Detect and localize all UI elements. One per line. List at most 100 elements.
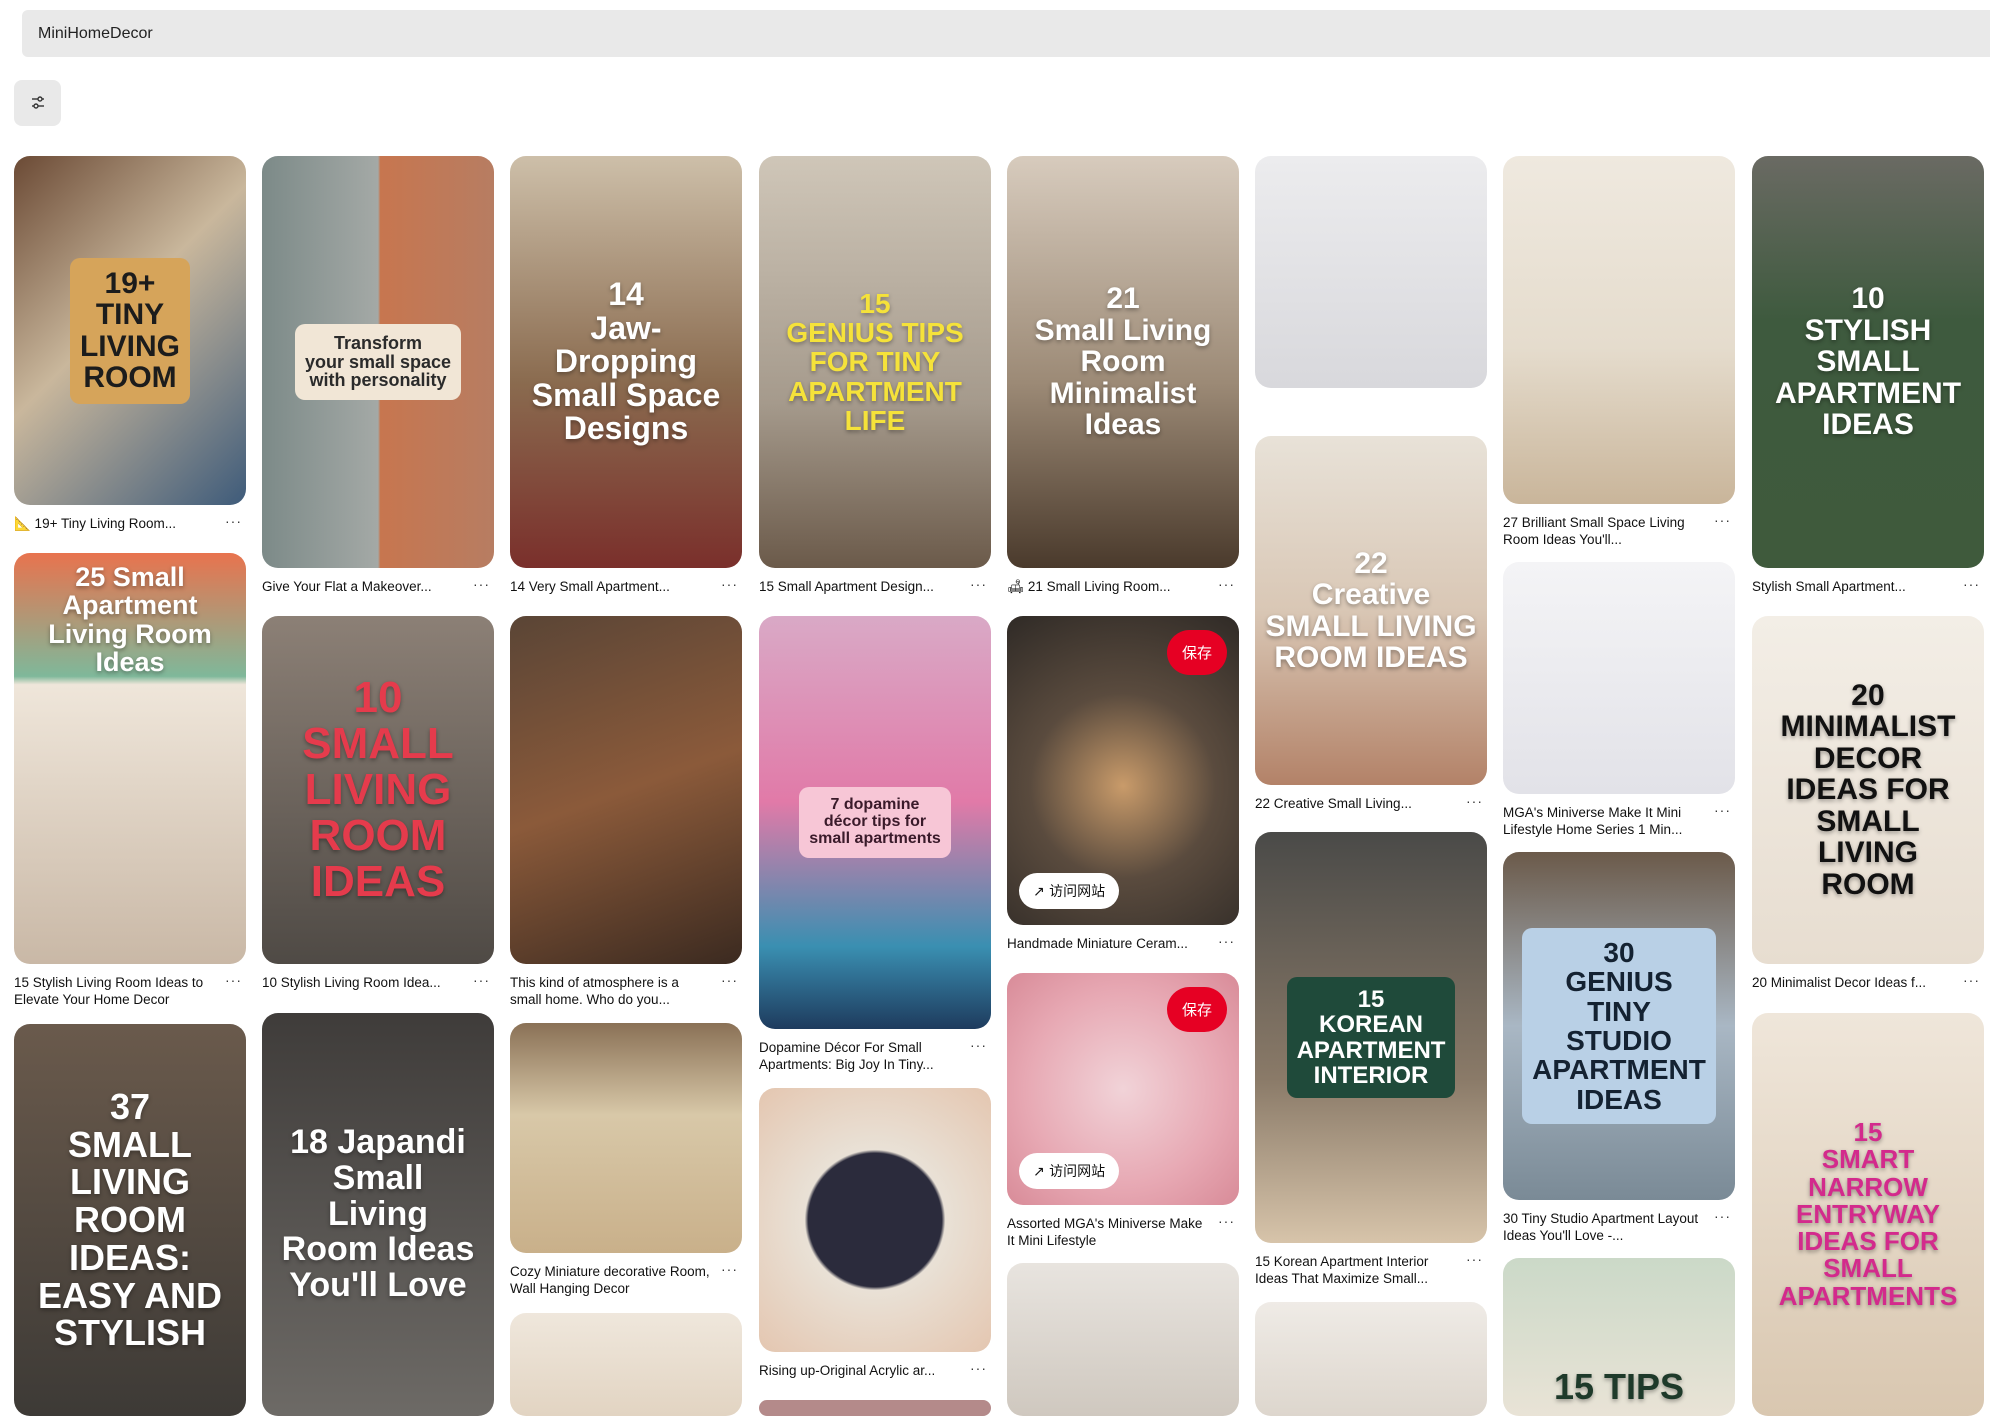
more-options-icon[interactable]: ··· [1466, 795, 1483, 810]
pin-title[interactable]: MGA's Miniverse Make It Mini Lifestyle H… [1503, 805, 1682, 837]
pin-image[interactable]: 保存 ↗ 访问网站 [1007, 616, 1239, 925]
pin-card[interactable]: ··· [1255, 156, 1487, 398]
pin-image[interactable]: 25 Small Apartment Living Room Ideas [14, 553, 246, 964]
pin-image[interactable]: 22 Creative SMALL LIVING ROOM IDEAS [1255, 436, 1487, 785]
more-options-icon[interactable]: ··· [721, 974, 738, 989]
pin-image[interactable]: 10 STYLISH SMALL APARTMENT IDEAS [1752, 156, 1984, 568]
visit-site-button[interactable]: ↗ 访问网站 [1019, 873, 1120, 909]
more-options-icon[interactable]: ··· [1963, 974, 1980, 989]
pin-card[interactable]: 保存 ↗ 访问网站 Handmade Miniature Ceram... ··· [1007, 616, 1239, 952]
pin-card[interactable]: 14 Jaw- Dropping Small Space Designs 14 V… [510, 156, 742, 595]
pin-card[interactable] [759, 1400, 991, 1416]
pin-card[interactable]: 7 dopamine décor tips for small apartmen… [759, 616, 991, 1073]
pin-card[interactable]: 20 MINIMALIST DECOR IDEAS FOR SMALL LIVI… [1752, 616, 1984, 991]
pin-image[interactable]: 15 TIPS [1503, 1258, 1735, 1416]
pin-image[interactable]: 14 Jaw- Dropping Small Space Designs [510, 156, 742, 568]
pin-image[interactable] [1255, 156, 1487, 388]
more-options-icon[interactable]: ··· [970, 1039, 987, 1054]
pin-title[interactable]: 22 Creative Small Living... [1255, 796, 1412, 811]
pin-card[interactable]: 30 GENIUS TINY STUDIO APARTMENT IDEAS 30 … [1503, 852, 1735, 1244]
pin-card[interactable] [510, 1313, 742, 1416]
pin-image[interactable] [759, 1400, 991, 1416]
pin-title[interactable]: 20 Minimalist Decor Ideas f... [1752, 975, 1926, 990]
pin-image[interactable]: 15 GENIUS TIPS FOR TINY APARTMENT LIFE [759, 156, 991, 568]
visit-site-button[interactable]: ↗ 访问网站 [1019, 1153, 1120, 1189]
more-options-icon[interactable]: ··· [721, 1263, 738, 1278]
pin-title[interactable]: 15 Stylish Living Room Ideas to Elevate … [14, 975, 203, 1007]
pin-image[interactable]: 37 SMALL LIVING ROOM IDEAS: EASY AND STY… [14, 1024, 246, 1416]
pin-title[interactable]: 14 Very Small Apartment... [510, 579, 670, 594]
pin-title[interactable]: Cozy Miniature decorative Room, Wall Han… [510, 1264, 710, 1296]
pin-card[interactable]: 19+ TINY LIVING ROOM 📐 19+ Tiny Living Ro… [14, 156, 246, 532]
more-options-icon[interactable]: ··· [1466, 1253, 1483, 1268]
pin-title[interactable]: 15 Korean Apartment Interior Ideas That … [1255, 1254, 1428, 1286]
more-options-icon[interactable]: ··· [1218, 935, 1235, 950]
pin-image[interactable]: 7 dopamine décor tips for small apartmen… [759, 616, 991, 1029]
pin-image[interactable]: Transform your small space with personal… [262, 156, 494, 568]
pin-card[interactable]: 22 Creative SMALL LIVING ROOM IDEAS 22 Cr… [1255, 436, 1487, 812]
pin-title[interactable]: 📐 19+ Tiny Living Room... [14, 516, 176, 531]
more-options-icon[interactable]: ··· [1218, 1215, 1235, 1230]
pin-card[interactable]: Rising up-Original Acrylic ar... ··· [759, 1088, 991, 1379]
more-options-icon[interactable]: ··· [1963, 578, 1980, 593]
pin-card[interactable]: 15 KOREAN APARTMENT INTERIOR 15 Korean Ap… [1255, 832, 1487, 1287]
pin-title[interactable]: 10 Stylish Living Room Idea... [262, 975, 441, 990]
pin-image[interactable]: 保存 ↗ 访问网站 [1007, 973, 1239, 1205]
pin-title[interactable]: 30 Tiny Studio Apartment Layout Ideas Yo… [1503, 1211, 1698, 1243]
pin-title[interactable]: Stylish Small Apartment... [1752, 579, 1906, 594]
pin-image[interactable]: 21 Small Living Room Minimalist Ideas [1007, 156, 1239, 568]
more-options-icon[interactable]: ··· [1714, 804, 1731, 819]
more-options-icon[interactable]: ··· [1714, 514, 1731, 529]
pin-card[interactable]: 18 Japandi Small Living Room Ideas You'l… [262, 1013, 494, 1416]
pin-title[interactable]: 🛋 21 Small Living Room... [1007, 579, 1170, 594]
pin-card[interactable]: 10 SMALL LIVING ROOM IDEAS 10 Stylish Liv… [262, 616, 494, 991]
pin-card[interactable]: MGA's Miniverse Make It Mini Lifestyle H… [1503, 562, 1735, 838]
pin-card[interactable]: 15 GENIUS TIPS FOR TINY APARTMENT LIFE 15… [759, 156, 991, 595]
more-options-icon[interactable]: ··· [721, 578, 738, 593]
pin-card[interactable]: 21 Small Living Room Minimalist Ideas 🛋 2… [1007, 156, 1239, 595]
pin-title[interactable]: Handmade Miniature Ceram... [1007, 936, 1188, 951]
more-options-icon[interactable]: ··· [1714, 1210, 1731, 1225]
pin-card[interactable] [1007, 1263, 1239, 1416]
pin-image[interactable] [510, 1023, 742, 1253]
pin-title[interactable]: 27 Brilliant Small Space Living Room Ide… [1503, 515, 1685, 547]
pin-image[interactable] [1503, 562, 1735, 794]
more-options-icon[interactable]: ··· [225, 515, 242, 530]
more-options-icon[interactable]: ··· [473, 578, 490, 593]
more-options-icon[interactable]: ··· [970, 1362, 987, 1377]
pin-image[interactable]: 20 MINIMALIST DECOR IDEAS FOR SMALL LIVI… [1752, 616, 1984, 964]
pin-image[interactable] [1255, 1302, 1487, 1416]
more-options-icon[interactable]: ··· [225, 974, 242, 989]
pin-card[interactable]: 15 SMART NARROW ENTRYWAY IDEAS FOR SMALL… [1752, 1013, 1984, 1416]
pin-image[interactable]: 18 Japandi Small Living Room Ideas You'l… [262, 1013, 494, 1416]
more-options-icon[interactable]: ··· [473, 974, 490, 989]
pin-card[interactable] [1255, 1302, 1487, 1416]
pin-image[interactable]: 30 GENIUS TINY STUDIO APARTMENT IDEAS [1503, 852, 1735, 1200]
pin-card[interactable]: 保存 ↗ 访问网站 Assorted MGA's Miniverse Make It… [1007, 973, 1239, 1249]
pin-image[interactable] [510, 616, 742, 964]
pin-card[interactable]: 27 Brilliant Small Space Living Room Ide… [1503, 156, 1735, 548]
pin-image[interactable]: 15 KOREAN APARTMENT INTERIOR [1255, 832, 1487, 1243]
pin-card[interactable]: Cozy Miniature decorative Room, Wall Han… [510, 1023, 742, 1297]
pin-card[interactable]: 15 TIPS [1503, 1258, 1735, 1416]
pin-image[interactable] [1007, 1263, 1239, 1416]
pin-card[interactable]: 10 STYLISH SMALL APARTMENT IDEAS Stylish … [1752, 156, 1984, 595]
more-options-icon[interactable]: ··· [970, 578, 987, 593]
pin-card[interactable]: This kind of atmosphere is a small home.… [510, 616, 742, 1008]
pin-image[interactable] [510, 1313, 742, 1416]
pin-card[interactable]: 37 SMALL LIVING ROOM IDEAS: EASY AND STY… [14, 1024, 246, 1416]
pin-image[interactable] [1503, 156, 1735, 504]
pin-image[interactable]: 15 SMART NARROW ENTRYWAY IDEAS FOR SMALL… [1752, 1013, 1984, 1416]
save-button[interactable]: 保存 [1166, 630, 1227, 675]
pin-card[interactable]: Transform your small space with personal… [262, 156, 494, 595]
pin-title[interactable]: 15 Small Apartment Design... [759, 579, 934, 594]
pin-title[interactable]: This kind of atmosphere is a small home.… [510, 975, 679, 1007]
pin-title[interactable]: Dopamine Décor For Small Apartments: Big… [759, 1040, 934, 1072]
pin-image[interactable]: 10 SMALL LIVING ROOM IDEAS [262, 616, 494, 964]
pin-title[interactable]: Rising up-Original Acrylic ar... [759, 1363, 935, 1378]
pin-title[interactable]: Assorted MGA's Miniverse Make It Mini Li… [1007, 1216, 1202, 1248]
pin-image[interactable] [759, 1088, 991, 1352]
save-button[interactable]: 保存 [1166, 987, 1227, 1032]
pin-card[interactable]: 25 Small Apartment Living Room Ideas 15 S… [14, 553, 246, 1008]
pin-title[interactable]: Give Your Flat a Makeover... [262, 579, 432, 594]
